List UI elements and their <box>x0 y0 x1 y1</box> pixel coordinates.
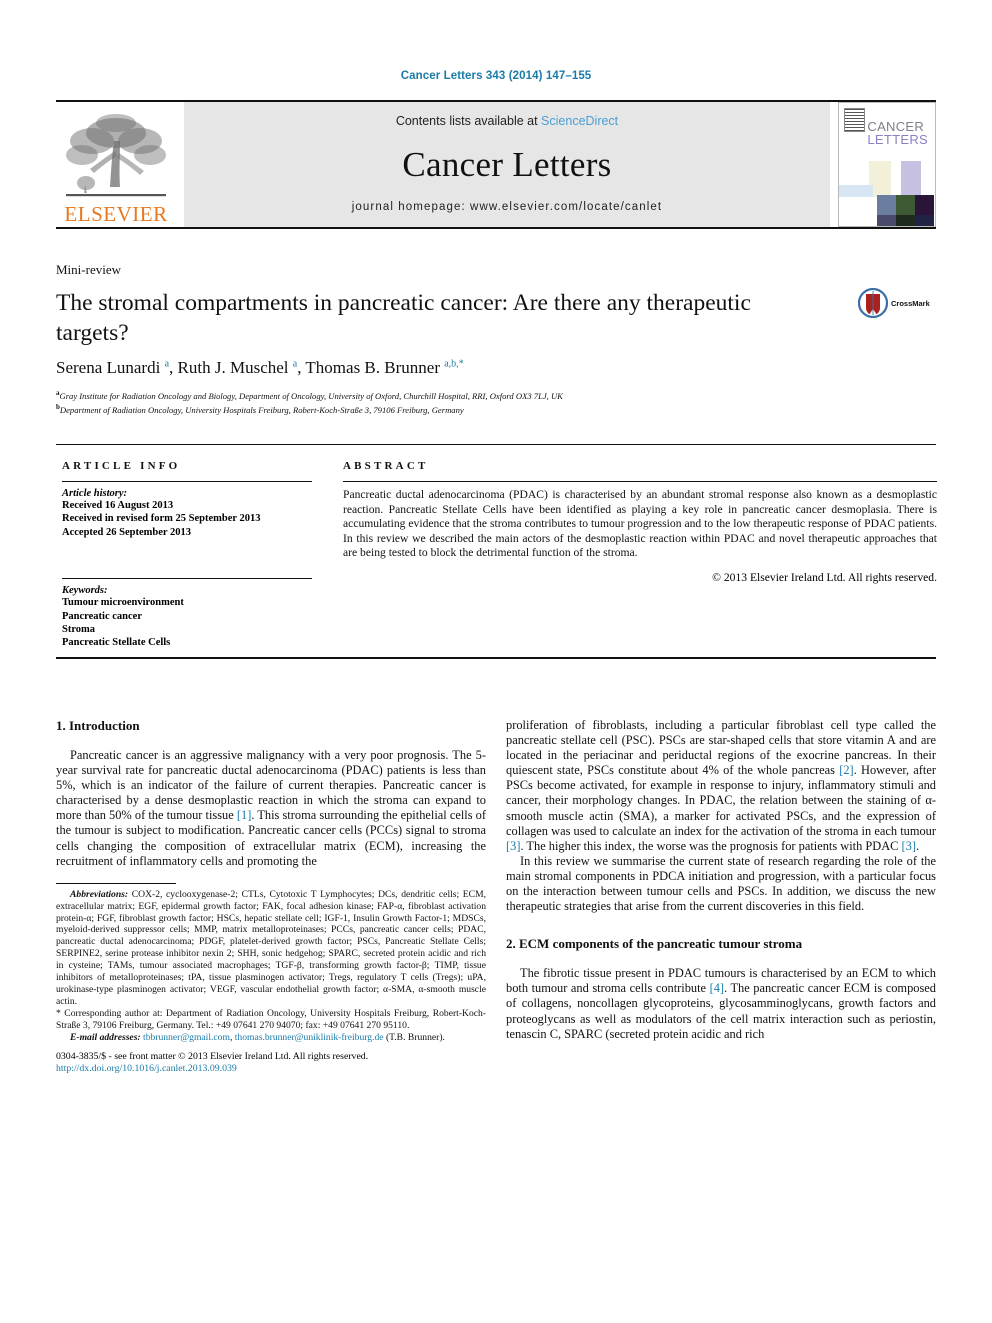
keyword-item: Stroma <box>62 624 96 636</box>
info-gap <box>62 539 312 569</box>
intro-paragraph-2: In this review we summarise the current … <box>506 853 936 914</box>
author-list: Serena Lunardi a, Ruth J. Muschel a, Tho… <box>56 358 816 378</box>
citation-ref-1[interactable]: [1] <box>237 808 251 822</box>
article-info-heading: ARTICLE INFO <box>62 460 181 472</box>
sciencedirect-link[interactable]: ScienceDirect <box>541 114 618 128</box>
abbreviations-text: COX-2, cyclooxygenase-2; CTLs, Cytotoxic… <box>56 888 486 1007</box>
issn-copyright-line: 0304-3835/$ - see front matter © 2013 El… <box>56 1050 369 1062</box>
contents-prefix: Contents lists available at <box>395 114 542 128</box>
section-heading-introduction: 1. Introduction <box>56 718 140 733</box>
intro-paragraph-1-continued: proliferation of fibroblasts, including … <box>506 718 936 854</box>
running-head: Cancer Letters 343 (2014) 147–155 <box>400 70 592 82</box>
cover-title: CANCER LETTERS <box>867 120 928 147</box>
history-accepted: Accepted 26 September 2013 <box>62 526 191 538</box>
abbreviations-label: Abbreviations: <box>70 888 129 900</box>
keywords-rule <box>62 578 312 580</box>
journal-title: Cancer Letters <box>402 144 612 184</box>
keywords-label: Keywords: <box>62 585 108 597</box>
crossmark-icon <box>858 288 888 318</box>
abstract-copyright: © 2013 Elsevier Ireland Ltd. All rights … <box>712 570 937 584</box>
article-info-column: ARTICLE INFO Article history: Received 1… <box>62 460 312 650</box>
info-block-bottom-rule <box>56 657 936 659</box>
abstract-rule <box>343 481 937 482</box>
email-footnote: E-mail addresses: tbbrunner@gmail.com, t… <box>56 1032 486 1044</box>
cover-image-grid <box>877 195 934 226</box>
masthead-center: Contents lists available at ScienceDirec… <box>184 102 830 227</box>
article-history-label: Article history: <box>62 488 128 499</box>
affiliation-a: aGray Institute for Radiation Oncology a… <box>56 389 563 401</box>
crossmark-badge[interactable]: CrossMark <box>858 288 930 318</box>
affiliation-a-text: Gray Institute for Radiation Oncology an… <box>59 390 563 401</box>
section-heading-ecm-components: 2. ECM components of the pancreatic tumo… <box>506 936 803 952</box>
article-info-rule <box>62 481 312 482</box>
doi-line: http://dx.doi.org/10.1016/j.canlet.2013.… <box>56 1063 486 1075</box>
crossmark-label: CrossMark <box>891 298 930 308</box>
cover-bands-graphic <box>839 161 921 197</box>
masthead-bottom-rule <box>56 227 936 229</box>
body-column-right: proliferation of fibroblasts, including … <box>506 718 936 1042</box>
authors-html: Serena Lunardi a, Ruth J. Muschel a, Tho… <box>56 358 464 377</box>
journal-cover-thumbnail[interactable]: CANCER LETTERS <box>838 102 936 227</box>
abstract-column: ABSTRACT Pancreatic ductal adenocarcinom… <box>343 460 937 584</box>
cover-title-line2: LETTERS <box>867 131 928 147</box>
email-label: E-mail addresses: <box>70 1031 141 1043</box>
keyword-item: Pancreatic cancer <box>62 610 142 622</box>
affiliation-b: bDepartment of Radiation Oncology, Unive… <box>56 403 464 416</box>
keyword-item: Tumour microenvironment <box>62 597 184 609</box>
journal-homepage-link[interactable]: journal homepage: www.elsevier.com/locat… <box>352 201 662 213</box>
abstract-heading: ABSTRACT <box>343 460 429 472</box>
affiliation-b-text: Department of Radiation Oncology, Univer… <box>59 405 464 416</box>
doi-link[interactable]: http://dx.doi.org/10.1016/j.canlet.2013.… <box>56 1063 237 1074</box>
info-block-top-rule <box>56 444 936 445</box>
keyword-item: Pancreatic Stellate Cells <box>62 637 171 649</box>
elsevier-wordmark: ELSEVIER <box>64 202 168 226</box>
history-received: Received 16 August 2013 <box>62 500 174 511</box>
elsevier-logo: ELSEVIER <box>56 102 176 227</box>
citation-ref-2[interactable]: [2] <box>839 763 853 777</box>
email-link-2[interactable]: thomas.brunner@uniklinik-freiburg.de <box>235 1032 384 1043</box>
abstract-text: Pancreatic ductal adenocarcinoma (PDAC) … <box>343 488 937 560</box>
article-type: Mini-review <box>56 262 121 277</box>
affiliation-list: aGray Institute for Radiation Oncology a… <box>56 388 816 417</box>
history-revised: Received in revised form 25 September 20… <box>62 513 261 525</box>
cover-badge-icon <box>844 108 865 132</box>
paper-page: Cancer Letters 343 (2014) 147–155 ELSEVI… <box>0 0 992 1323</box>
citation-ref-3a[interactable]: [3] <box>506 839 520 853</box>
citation-ref-4[interactable]: [4] <box>710 981 724 995</box>
ecm-paragraph-1: The fibrotic tissue present in PDAC tumo… <box>506 966 936 1041</box>
email-link-1[interactable]: tbbrunner@gmail.com <box>143 1032 230 1043</box>
citation-ref-3b[interactable]: [3] <box>902 839 916 853</box>
body-column-left: 1. Introduction Pancreatic cancer is an … <box>56 718 486 1075</box>
footnote-spacer <box>56 1044 486 1051</box>
corresponding-author-footnote: * Corresponding author at: Department of… <box>56 1007 486 1031</box>
elsevier-tree-icon <box>66 114 166 197</box>
intro-cont-d: . <box>916 838 920 853</box>
page-title: The stromal compartments in pancreatic c… <box>56 290 751 346</box>
abbreviations-footnote: Abbreviations: COX-2, cyclooxygenase-2; … <box>56 889 486 1008</box>
intro-paragraph-1: Pancreatic cancer is an aggressive malig… <box>56 748 486 869</box>
journal-masthead: ELSEVIER Contents lists available at Sci… <box>56 100 936 229</box>
email-author-tail: (T.B. Brunner). <box>383 1031 445 1043</box>
contents-available-line: Contents lists available at ScienceDirec… <box>396 114 618 128</box>
intro-cont-c: . The higher this index, the worse was t… <box>520 838 902 853</box>
footnote-rule <box>56 882 176 884</box>
